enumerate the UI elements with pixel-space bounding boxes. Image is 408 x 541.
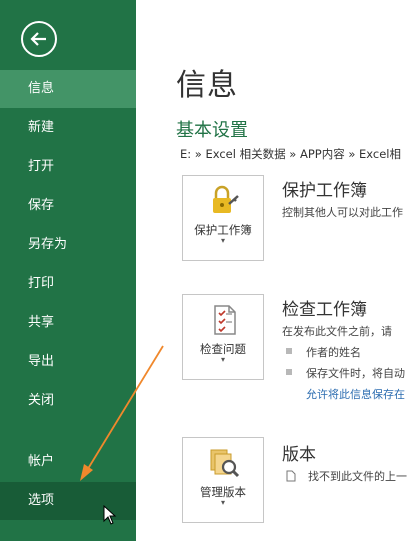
nav-item-share[interactable]: 共享 bbox=[0, 304, 136, 342]
lock-key-icon bbox=[213, 185, 239, 213]
document-icon bbox=[286, 470, 296, 482]
back-arrow-icon bbox=[30, 32, 46, 46]
protect-workbook-button[interactable]: 保护工作簿 ▾ bbox=[182, 175, 264, 261]
info-panel: 信息 基本设置 E: » Excel 相关数据 » APP内容 » Excel相… bbox=[136, 0, 408, 541]
nav-item-open[interactable]: 打开 bbox=[0, 148, 136, 186]
nav-item-export[interactable]: 导出 bbox=[0, 343, 136, 381]
allow-info-link[interactable]: 允许将此信息保存在 bbox=[306, 386, 405, 402]
nav-item-account[interactable]: 帐户 bbox=[0, 443, 136, 481]
mouse-cursor-icon bbox=[103, 505, 117, 525]
chevron-down-icon: ▾ bbox=[220, 236, 225, 245]
page-title: 信息 bbox=[176, 68, 238, 103]
back-button[interactable] bbox=[21, 21, 57, 57]
inspect-bullet: 作者的姓名 bbox=[306, 346, 361, 359]
backstage-sidebar: 信息 新建 打开 保存 另存为 打印 共享 导出 关闭 帐户 选项 bbox=[0, 0, 136, 541]
nav-item-save[interactable]: 保存 bbox=[0, 187, 136, 225]
inspect-document-icon bbox=[214, 305, 236, 335]
protect-title: 保护工作簿 bbox=[282, 181, 367, 201]
nav-item-new[interactable]: 新建 bbox=[0, 109, 136, 147]
inspect-title: 检查工作簿 bbox=[282, 300, 367, 320]
versions-search-icon bbox=[210, 449, 240, 478]
check-issues-button[interactable]: 检查问题 ▾ bbox=[182, 294, 264, 380]
nav-item-save-as[interactable]: 另存为 bbox=[0, 226, 136, 264]
inspect-bullet: 保存文件时，将自动 bbox=[306, 367, 405, 380]
section-title: 基本设置 bbox=[176, 120, 248, 141]
nav-item-print[interactable]: 打印 bbox=[0, 265, 136, 303]
bullet-icon bbox=[286, 369, 292, 375]
bullet-icon bbox=[286, 348, 292, 354]
versions-title: 版本 bbox=[282, 445, 316, 465]
inspect-description: 在发布此文件之前，请 bbox=[282, 325, 392, 338]
protect-description: 控制其他人可以对此工作 bbox=[282, 206, 403, 219]
chevron-down-icon: ▾ bbox=[220, 498, 225, 507]
chevron-down-icon: ▾ bbox=[220, 355, 225, 364]
nav-item-info[interactable]: 信息 bbox=[0, 70, 136, 108]
nav-item-close[interactable]: 关闭 bbox=[0, 382, 136, 420]
manage-versions-button[interactable]: 管理版本 ▾ bbox=[182, 437, 264, 523]
versions-description: 找不到此文件的上一 bbox=[308, 470, 407, 483]
file-path: E: » Excel 相关数据 » APP内容 » Excel相 bbox=[180, 147, 401, 161]
